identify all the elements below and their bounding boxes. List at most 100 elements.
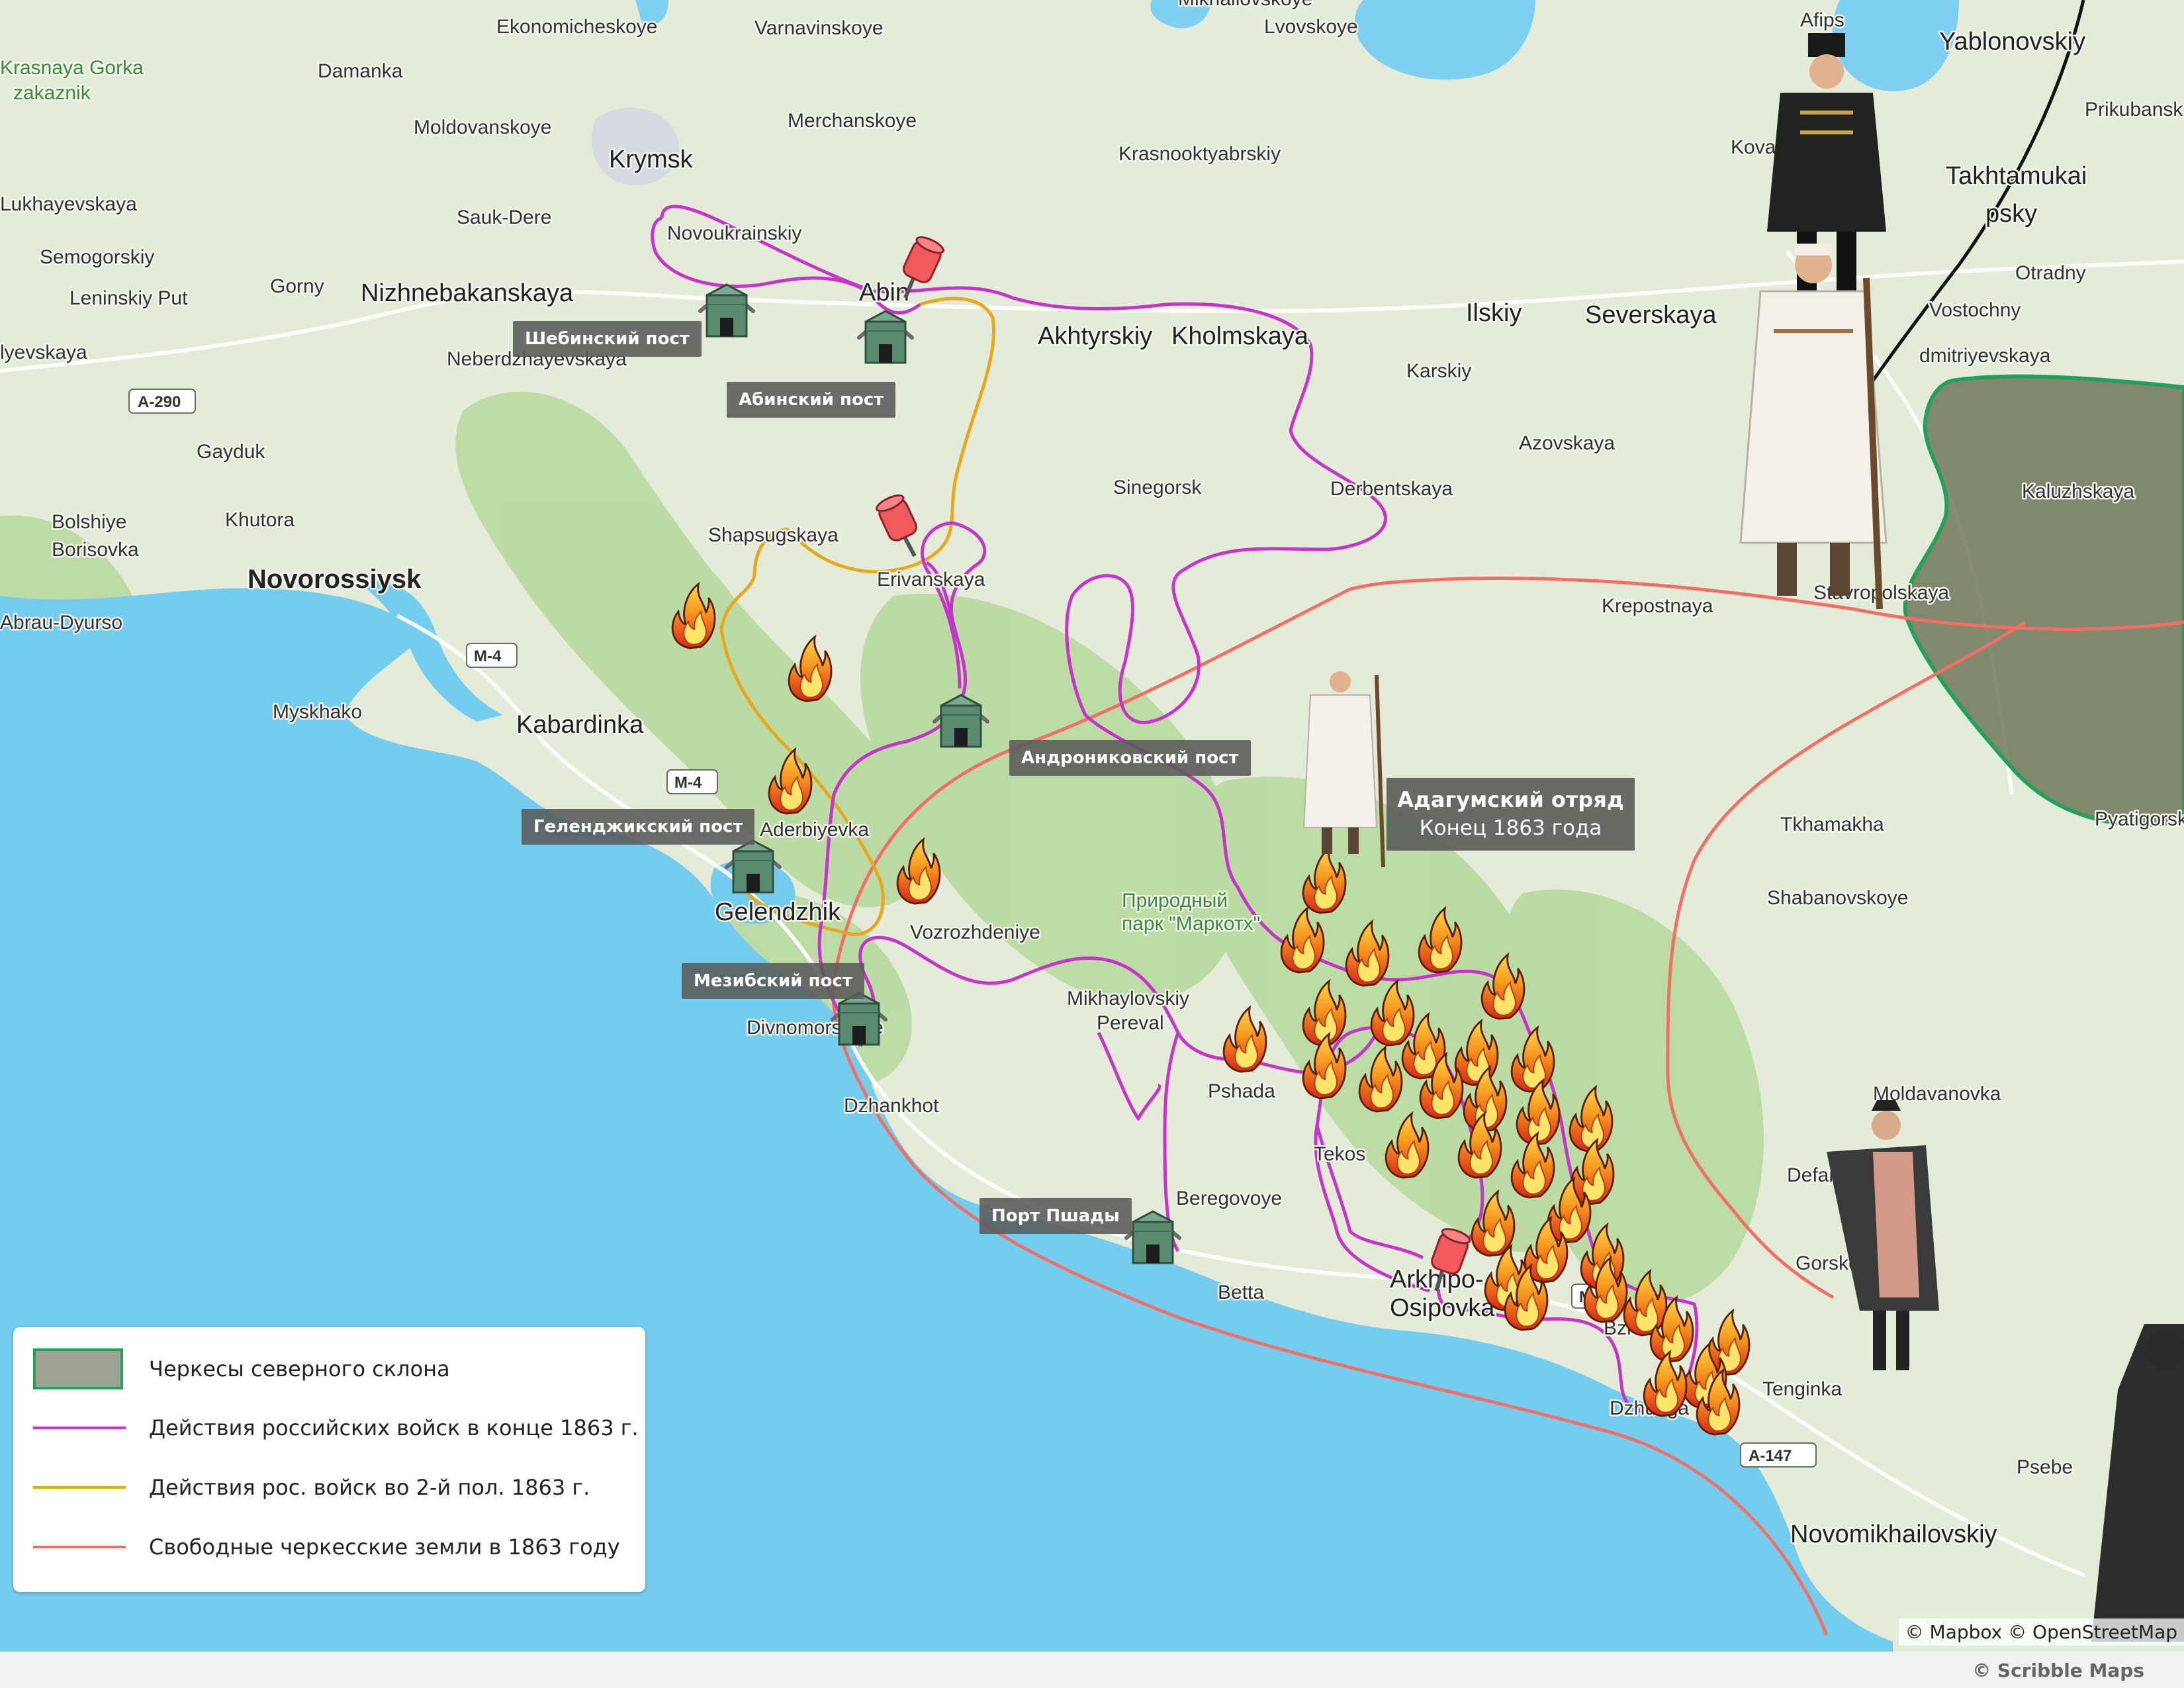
legend-label: Действия российских войск в конце 1863 г… — [149, 1415, 639, 1440]
place-label: dmitriyevskaya — [1919, 345, 2051, 367]
place-label: Otradny — [2015, 262, 2086, 284]
legend-swatch-area — [33, 1347, 126, 1391]
place-label: Beregovoye — [1176, 1188, 1282, 1209]
place-label: zakaznik — [13, 82, 91, 104]
post-label-abinsky: Абинский пост — [727, 382, 896, 418]
place-label: Moldovanskoye — [414, 117, 551, 138]
detachment-subtitle: Конец 1863 года — [1419, 816, 1602, 840]
svg-text:A-290: A-290 — [138, 393, 181, 411]
post-label-mezibsky: Мезибский пост — [682, 963, 864, 999]
place-label: Tenginka — [1762, 1378, 1842, 1400]
svg-text:M-4: M-4 — [474, 647, 502, 665]
place-label: Vozrozhdeniye — [910, 921, 1040, 943]
place-label: Aderbiyevka — [760, 819, 869, 841]
place-label: lyevskaya — [0, 342, 87, 363]
place-label: Leninskiy Put — [69, 287, 188, 309]
place-label: Gelendzhik — [715, 898, 841, 926]
place-label: Bolshiye — [52, 511, 126, 533]
place-label: Novorossiysk — [248, 565, 422, 594]
post-label-shebinsky: Шебинский пост — [513, 321, 702, 357]
place-label: Novomikhailovskiy — [1790, 1521, 1997, 1548]
place-label: Akhtyrskiy — [1038, 322, 1152, 350]
legend-item-second-half-1863: Действия рос. войск во 2-й пол. 1863 г. — [33, 1464, 590, 1511]
place-label: Shapsugskaya — [708, 524, 839, 546]
detachment-title: Адагумский отряд — [1397, 787, 1624, 812]
legend-swatch-line — [33, 1406, 126, 1450]
place-label: Lukhayevskaya — [0, 193, 137, 215]
place-label: Sauk-Dere — [457, 207, 551, 228]
place-label: Karskiy — [1406, 360, 1471, 382]
place-label: Pyatigorsk — [2095, 808, 2184, 830]
legend-label: Свободные черкесские земли в 1863 году — [149, 1534, 620, 1560]
place-label: Pshada — [1208, 1080, 1275, 1102]
legend-swatch-line — [33, 1525, 126, 1569]
place-label: Myskhako — [273, 701, 362, 723]
place-label: Gorny — [270, 275, 324, 297]
place-label: Lvovskoye — [1264, 16, 1358, 38]
post-label-gelendzhiksky: Геленджикский пост — [522, 809, 755, 845]
place-label: Krymsk — [609, 146, 694, 173]
place-label: Abin — [859, 279, 909, 306]
place-label: Sinegorsk — [1113, 477, 1202, 498]
place-label: Ekonomicheskoye — [496, 16, 657, 38]
place-label: Khutora — [225, 509, 295, 531]
place-label: Tkhamakha — [1780, 814, 1884, 835]
place-label: psky — [1985, 200, 2037, 228]
place-label: Gayduk — [197, 441, 265, 463]
place-label: Ilskiy — [1466, 299, 1522, 327]
place-label: Azovskaya — [1519, 432, 1615, 454]
place-label: парк "Маркотх" — [1122, 913, 1260, 935]
road-label-a290: A-290 — [128, 389, 196, 414]
post-label-andronikovsky: Андрониковский пост — [1009, 740, 1251, 776]
place-label: Krepostnaya — [1602, 595, 1713, 617]
place-label: Betta — [1218, 1282, 1264, 1303]
road-label-m4-2: M-4 — [666, 769, 718, 794]
place-label: Shabanovskoye — [1767, 887, 1909, 909]
place-label: Tekos — [1314, 1143, 1365, 1165]
place-label: Prikubansk — [2085, 99, 2183, 120]
place-label: Erivanskaya — [877, 569, 985, 590]
scribble-maps-credit[interactable]: © Scribble Maps — [1972, 1660, 2144, 1681]
legend-item-late-1863: Действия российских войск в конце 1863 г… — [33, 1405, 639, 1451]
place-label: Mikhailovskoye — [1178, 0, 1312, 10]
legend-item-northern-slope: Черкесы северного склона — [33, 1346, 450, 1392]
place-label: Abrau-Dyurso — [0, 612, 122, 633]
place-label: Mikhaylovskiy — [1067, 988, 1189, 1009]
place-label: Damanka — [318, 60, 403, 82]
legend-label: Действия рос. войск во 2-й пол. 1863 г. — [149, 1475, 590, 1500]
svg-text:M-4: M-4 — [674, 774, 702, 792]
place-label: Afips — [1800, 9, 1844, 31]
road-label-a147: A-147 — [1740, 1442, 1817, 1468]
place-label: Krasnaya Gorka — [0, 57, 144, 79]
post-label-port-pshady: Порт Пшады — [979, 1198, 1132, 1234]
place-label: Dzhankhot — [844, 1095, 939, 1117]
place-label: Novoukrainskiy — [667, 222, 801, 244]
place-label: Derbentskaya — [1330, 478, 1453, 500]
place-label: Krasnooktyabrskiy — [1118, 143, 1281, 165]
place-label: Kabardinka — [516, 711, 644, 739]
place-label: Merchanskoye — [788, 110, 917, 132]
place-label: Природный — [1122, 890, 1228, 912]
footer-bar: © Scribble Maps — [0, 1652, 2184, 1688]
svg-text:A-147: A-147 — [1749, 1447, 1792, 1465]
place-label: Pereval — [1097, 1012, 1164, 1034]
road-label-m4-1: M-4 — [466, 643, 518, 668]
map-legend: Черкесы северного склона Действия россий… — [13, 1327, 645, 1592]
legend-swatch-line — [33, 1466, 126, 1509]
detachment-label: Адагумский отряд Конец 1863 года — [1387, 778, 1635, 851]
map-attribution[interactable]: © Mapbox © OpenStreetMap — [1898, 1618, 2184, 1646]
place-label: Borisovka — [52, 539, 139, 561]
place-label: Takhtamukai — [1946, 162, 2087, 190]
place-label: Severskaya — [1585, 301, 1717, 329]
place-label: Varnavinskoye — [754, 17, 884, 39]
legend-label: Черкесы северного склона — [149, 1356, 450, 1382]
legend-item-free-lands: Свободные черкесские земли в 1863 году — [33, 1524, 620, 1570]
place-label: Psebe — [2017, 1456, 2073, 1478]
place-label: Nizhnebakanskaya — [361, 279, 574, 307]
place-label: Kaluzhskaya — [2022, 481, 2134, 502]
place-label: Semogorskiy — [40, 246, 154, 268]
place-label: Yablonovskiy — [1939, 28, 2085, 56]
place-label: Osipovka — [1390, 1294, 1495, 1322]
place-label: Kholmskaya — [1171, 322, 1309, 350]
place-label: Vostochny — [1929, 299, 2021, 321]
